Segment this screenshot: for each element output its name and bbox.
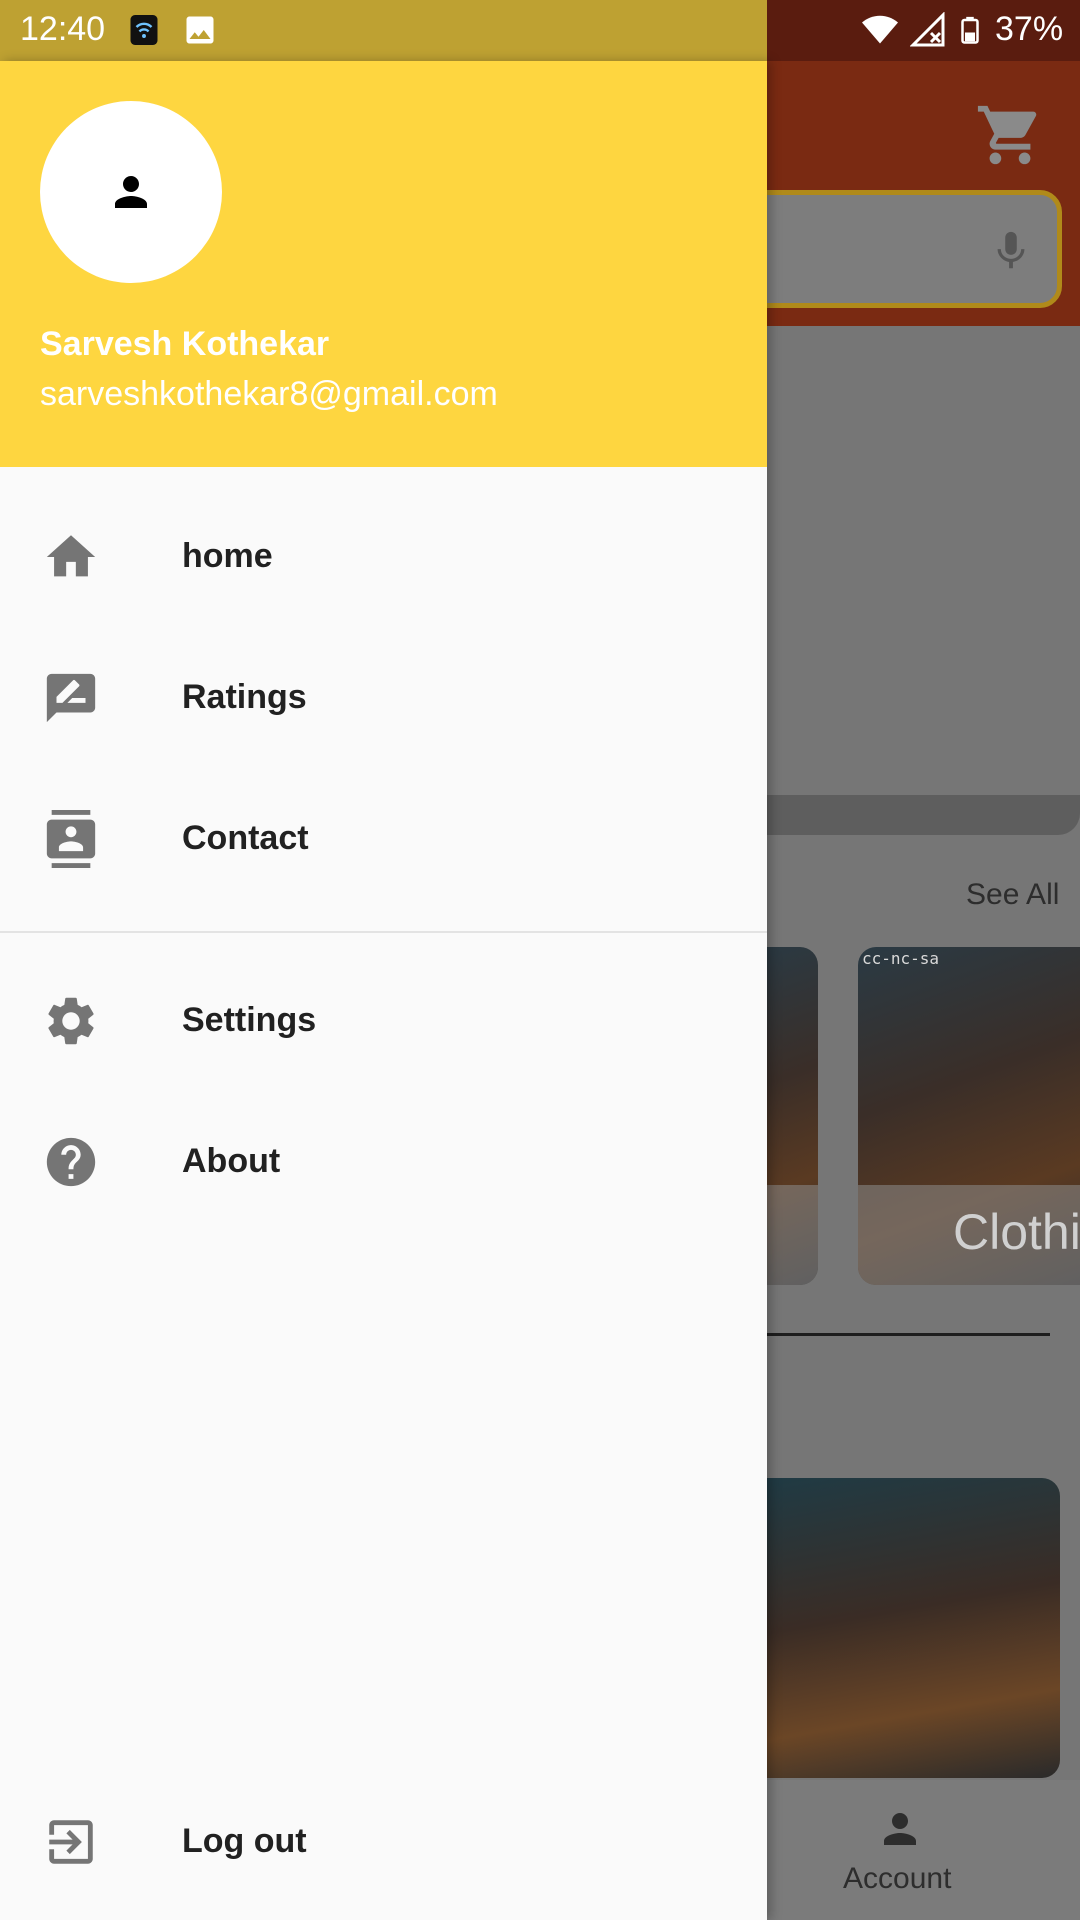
drawer-item-label: Ratings [182, 678, 307, 716]
drawer-item-label: home [182, 537, 273, 575]
wifi-calling-icon [130, 15, 158, 45]
featured-image[interactable] [740, 1478, 1060, 1778]
mic-icon[interactable] [988, 222, 1034, 280]
wifi-icon [862, 15, 898, 44]
drawer-item-logout[interactable]: Log out [0, 1772, 767, 1912]
drawer-item-home[interactable]: home [0, 487, 767, 627]
avatar[interactable] [40, 101, 222, 283]
signal-icon [910, 12, 945, 47]
drawer-item-label: Contact [182, 819, 309, 857]
gear-icon [48, 997, 94, 1045]
battery-percent: 37% [995, 10, 1064, 48]
drawer-item-contact[interactable]: Contact [0, 769, 767, 909]
drawer-item-ratings[interactable]: Ratings [0, 628, 767, 768]
status-bar: 12:40 37% [0, 0, 1080, 61]
contact-icon [46, 810, 96, 868]
drawer-item-label: About [182, 1142, 281, 1180]
cart-icon[interactable] [975, 100, 1045, 170]
account-icon[interactable] [876, 1805, 924, 1853]
banner [740, 795, 1080, 835]
help-icon [46, 1137, 96, 1187]
drawer-item-label: Settings [182, 1001, 317, 1039]
account-label[interactable]: Account [843, 1862, 951, 1896]
image-credit: cc-nc-sa [862, 949, 940, 968]
battery-icon [961, 16, 979, 44]
section-divider [740, 1333, 1050, 1336]
see-all-link[interactable]: See All [966, 878, 1059, 912]
category-label: Clothi [953, 1204, 1080, 1260]
status-time: 12:40 [20, 10, 106, 48]
drawer-item-label: Log out [182, 1822, 307, 1860]
navigation-drawer: Sarvesh Kothekar sarveshkothekar8@gmail.… [0, 61, 767, 1920]
drawer-divider [0, 931, 767, 933]
person-icon [115, 176, 147, 208]
user-email: sarveshkothekar8@gmail.com [40, 375, 498, 413]
drawer-item-about[interactable]: About [0, 1092, 767, 1232]
image-icon [186, 16, 214, 44]
drawer-header: Sarvesh Kothekar sarveshkothekar8@gmail.… [0, 61, 767, 467]
rate-review-icon [46, 673, 96, 723]
home-icon [46, 535, 96, 577]
logout-icon [49, 1820, 93, 1864]
user-name: Sarvesh Kothekar [40, 325, 330, 363]
drawer-item-settings[interactable]: Settings [0, 951, 767, 1091]
category-card-clothing[interactable]: cc-nc-sa Clothi [858, 947, 1080, 1285]
